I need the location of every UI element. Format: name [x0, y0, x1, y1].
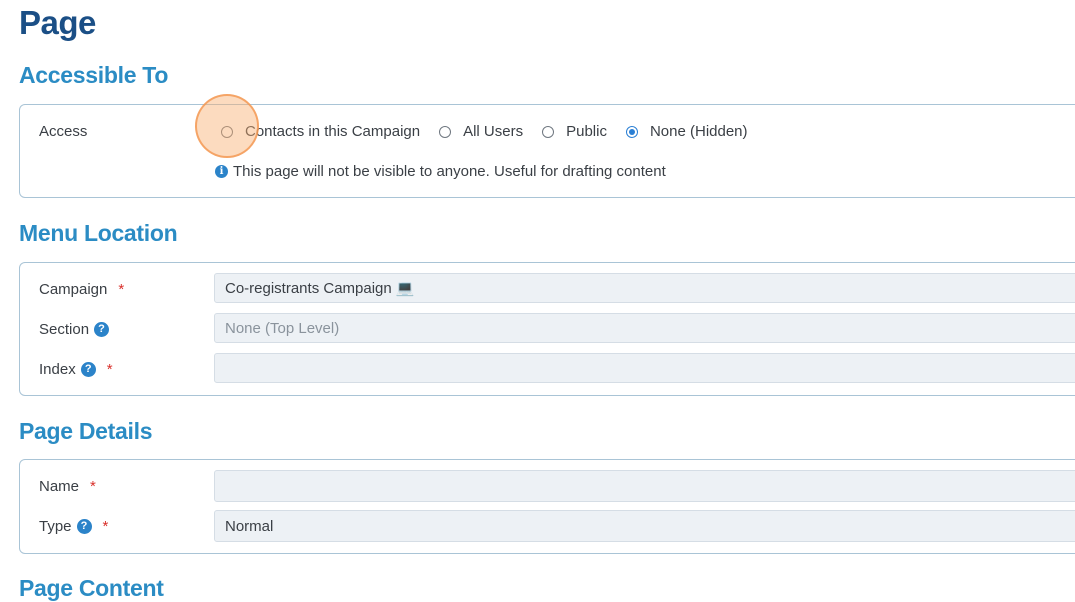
access-panel: Access Contacts in this Campaign All Use… [19, 104, 1075, 198]
radio-all-users[interactable] [439, 125, 452, 138]
help-icon[interactable]: ? [94, 322, 110, 337]
campaign-label: Campaign * [39, 281, 125, 298]
page-title: Page [19, 4, 96, 41]
radio-none-hidden[interactable] [625, 125, 638, 138]
access-radio-group: Contacts in this Campaign All Users Publ… [221, 123, 767, 140]
access-label: Access [39, 123, 88, 140]
radio-option-all-users[interactable]: All Users [439, 123, 523, 140]
page-details-panel: Name * Type ? * Normal [19, 459, 1075, 554]
required-asterisk: * [106, 361, 113, 378]
section-heading-menu-location: Menu Location [19, 220, 178, 246]
index-input[interactable] [214, 353, 1075, 383]
required-asterisk: * [90, 478, 96, 495]
section-heading-page-details: Page Details [19, 418, 153, 444]
name-label: Name * [39, 478, 96, 495]
required-asterisk: * [118, 281, 125, 298]
info-icon: i [215, 165, 228, 178]
menu-location-panel: Campaign * Co-registrants Campaign 💻 Sec… [19, 262, 1075, 396]
radio-public[interactable] [542, 125, 555, 138]
section-heading-accessible-to: Accessible To [19, 62, 169, 88]
campaign-field[interactable]: Co-registrants Campaign 💻 [214, 273, 1075, 303]
required-asterisk: * [102, 518, 109, 535]
click-highlight-marker [195, 94, 259, 158]
access-hint: i This page will not be visible to anyon… [215, 163, 666, 180]
name-input[interactable] [214, 470, 1075, 502]
section-label: Section ? [39, 321, 110, 338]
section-select[interactable]: None (Top Level) [214, 313, 1075, 343]
type-select[interactable]: Normal [214, 510, 1075, 542]
help-icon[interactable]: ? [80, 362, 96, 377]
radio-option-public[interactable]: Public [542, 123, 607, 140]
index-label: Index ? * [39, 361, 113, 378]
section-heading-page-content: Page Content [19, 575, 164, 601]
radio-option-none-hidden[interactable]: None (Hidden) [625, 123, 748, 140]
type-label: Type ? * [39, 518, 109, 535]
help-icon[interactable]: ? [76, 519, 92, 534]
